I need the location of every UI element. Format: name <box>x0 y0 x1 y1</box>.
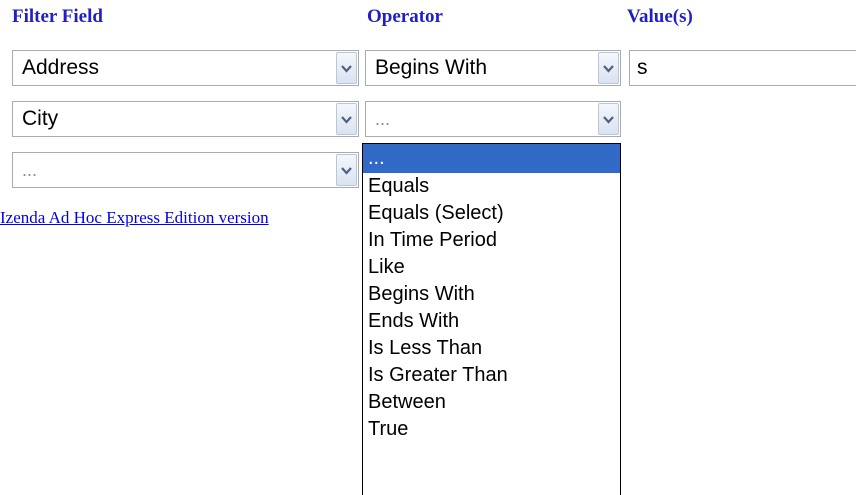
chevron-down-icon[interactable] <box>336 154 357 186</box>
filter-field-select-row-3[interactable]: ... <box>12 152 359 188</box>
operator-option[interactable]: True <box>363 416 620 443</box>
operator-option[interactable]: Begins With <box>363 281 620 308</box>
operator-option[interactable]: Between <box>363 389 620 416</box>
chevron-down-icon[interactable] <box>336 103 357 135</box>
filter-field-select-value: City <box>22 107 59 130</box>
operator-option[interactable]: Is Greater Than <box>363 362 620 389</box>
operator-select-value: Begins With <box>375 56 488 79</box>
version-link[interactable]: Izenda Ad Hoc Express Edition version <box>0 208 362 228</box>
values-header: Value(s) <box>627 6 693 27</box>
operator-header: Operator <box>367 6 443 27</box>
value-input-row-1[interactable] <box>630 52 847 84</box>
operator-select-row-2[interactable]: ... <box>365 101 621 137</box>
operator-option[interactable]: Like <box>363 254 620 281</box>
operator-option[interactable]: Ends With <box>363 308 620 335</box>
filter-field-select-row-2[interactable]: City <box>12 101 359 137</box>
filter-field-select-value: Address <box>22 56 100 79</box>
chevron-down-icon[interactable] <box>336 52 357 84</box>
operator-option[interactable]: Is Less Than <box>363 335 620 362</box>
operator-select-value: ... <box>375 109 391 129</box>
operator-option[interactable]: In Time Period <box>363 227 620 254</box>
operator-option[interactable]: Equals <box>363 173 620 200</box>
operator-dropdown-list[interactable]: ... Equals Equals (Select) In Time Perio… <box>362 143 621 495</box>
chevron-down-icon[interactable] <box>598 103 619 135</box>
chevron-down-icon[interactable] <box>598 52 619 84</box>
value-input-container-row-1 <box>629 50 856 86</box>
operator-option[interactable]: Equals (Select) <box>363 200 620 227</box>
filter-field-select-value: ... <box>22 160 38 180</box>
operator-option[interactable]: ... <box>363 144 620 173</box>
operator-select-row-1[interactable]: Begins With <box>365 50 621 86</box>
filter-field-select-row-1[interactable]: Address <box>12 50 359 86</box>
filter-field-header: Filter Field <box>12 6 103 27</box>
